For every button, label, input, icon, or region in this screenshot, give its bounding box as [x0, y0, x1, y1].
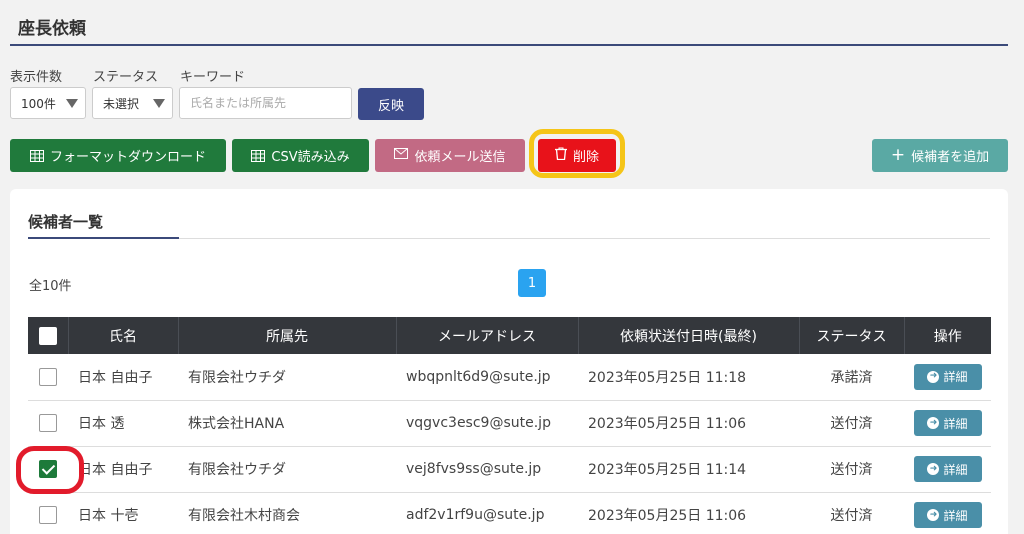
- csv-import-button[interactable]: CSV読み込み: [232, 139, 369, 172]
- apply-button-label: 反映: [377, 98, 404, 114]
- table-icon: [251, 149, 266, 162]
- cell-sent-at: 2023年05月25日 11:06: [578, 492, 799, 534]
- plus-icon: +: [890, 145, 906, 165]
- column-header-email: メールアドレス: [396, 317, 579, 354]
- arrow-circle-icon: ➜: [927, 417, 940, 429]
- cell-email: vqgvc3esc9@sute.jp: [396, 400, 578, 447]
- page-title: 座長依頼: [18, 19, 86, 39]
- status-label: ステータス: [93, 70, 159, 85]
- select-all-checkbox[interactable]: [38, 326, 57, 345]
- cell-name: 日本 透: [68, 400, 178, 447]
- detail-button[interactable]: ➜ 詳細: [913, 502, 982, 528]
- cell-email: adf2v1rf9u@sute.jp: [396, 492, 578, 534]
- cell-org: 株式会社HANA: [178, 400, 396, 447]
- table-row: 日本 自由子 有限会社ウチダ wbqpnlt6d9@sute.jp 2023年05月2…: [28, 354, 991, 401]
- delete-label: 削除: [572, 150, 599, 165]
- count-select-value: 100件: [21, 96, 56, 111]
- arrow-circle-icon: ➜: [927, 463, 940, 475]
- cell-sent-at: 2023年05月25日 11:06: [578, 400, 799, 447]
- detail-button[interactable]: ➜ 詳細: [913, 410, 982, 436]
- detail-button-label: 詳細: [943, 416, 968, 431]
- candidates-table: 氏名 所属先 メールアドレス 依頼状送付日時(最終) ステータス 操作 日本 自…: [28, 317, 991, 534]
- add-candidate-label: 候補者を追加: [911, 150, 990, 165]
- card-title-underline: [28, 237, 179, 239]
- cell-email: wbqpnlt6d9@sute.jp: [396, 354, 578, 401]
- keyword-label: キーワード: [180, 70, 246, 85]
- cell-name: 日本 十壱: [68, 492, 178, 534]
- table-header-row: 氏名 所属先 メールアドレス 依頼状送付日時(最終) ステータス 操作: [28, 317, 991, 354]
- cell-status: 承諾済: [799, 354, 904, 401]
- send-mail-label: 依頼メール送信: [414, 150, 506, 165]
- pagination-page-1[interactable]: 1: [518, 269, 546, 297]
- delete-button[interactable]: 削除: [538, 139, 616, 172]
- chevron-down-icon: [66, 98, 78, 108]
- candidates-card: 候補者一覧 全10件 1 氏名 所属先 メールアドレス 依頼状送付日時(最終) …: [10, 189, 1008, 534]
- cell-org: 有限会社ウチダ: [178, 446, 396, 493]
- detail-button[interactable]: ➜ 詳細: [913, 363, 982, 390]
- cell-org: 有限会社ウチダ: [178, 354, 396, 401]
- detail-button-label: 詳細: [943, 370, 968, 385]
- send-mail-button[interactable]: 依頼メール送信: [375, 139, 525, 172]
- cell-sent-at: 2023年05月25日 11:18: [578, 354, 799, 401]
- column-header-action: 操作: [904, 317, 991, 354]
- column-header-status: ステータス: [799, 317, 905, 354]
- cell-sent-at: 2023年05月25日 11:14: [578, 446, 799, 493]
- total-count: 全10件: [29, 279, 72, 294]
- cell-status: 送付済: [799, 400, 904, 447]
- row-checkbox[interactable]: [39, 367, 57, 386]
- trash-icon: [554, 147, 567, 164]
- keyword-input[interactable]: [179, 87, 352, 119]
- detail-button-label: 詳細: [943, 508, 968, 523]
- detail-button[interactable]: ➜ 詳細: [913, 456, 982, 482]
- chevron-down-icon: [153, 98, 165, 108]
- column-header-org: 所属先: [178, 317, 397, 354]
- column-header-sent-at: 依頼状送付日時(最終): [578, 317, 800, 354]
- count-select[interactable]: 100件: [10, 87, 86, 119]
- cell-status: 送付済: [799, 446, 904, 493]
- cell-name: 日本 自由子: [68, 354, 178, 401]
- cell-status: 送付済: [799, 492, 904, 534]
- envelope-icon: [394, 148, 409, 163]
- checkbox-highlight: [16, 446, 84, 494]
- detail-button-label: 詳細: [943, 462, 968, 477]
- cell-email: vej8fvs9ss@sute.jp: [396, 446, 578, 493]
- arrow-circle-icon: ➜: [927, 509, 940, 521]
- status-select[interactable]: 未選択: [92, 87, 173, 119]
- arrow-circle-icon: ➜: [927, 370, 940, 383]
- row-checkbox[interactable]: [39, 414, 57, 432]
- table-row: 日本 透株式会社HANA vqgvc3esc9@sute.jp 2023年05月25…: [28, 400, 991, 447]
- title-divider: [10, 44, 1008, 46]
- status-select-value: 未選択: [103, 96, 140, 111]
- format-download-button[interactable]: フォーマットダウンロード: [10, 139, 226, 172]
- count-label: 表示件数: [10, 70, 63, 85]
- add-candidate-button[interactable]: + 候補者を追加: [872, 139, 1008, 172]
- apply-button[interactable]: 反映: [358, 88, 424, 120]
- table-icon: [29, 149, 44, 162]
- format-download-label: フォーマットダウンロード: [49, 150, 206, 165]
- card-title: 候補者一覧: [28, 213, 104, 231]
- column-header-name: 氏名: [68, 317, 179, 354]
- table-row: 日本 自由子 有限会社ウチダ vej8fvs9ss@sute.jp 2023年05月2…: [28, 446, 991, 493]
- cell-org: 有限会社木村商会: [178, 492, 396, 534]
- row-checkbox[interactable]: [39, 506, 57, 524]
- table-row: 日本 十壱 有限会社木村商会 adf2v1rf9u@sute.jp 2023年05月2…: [28, 492, 991, 534]
- cell-name: 日本 自由子: [68, 446, 178, 493]
- csv-import-label: CSV読み込み: [271, 150, 350, 165]
